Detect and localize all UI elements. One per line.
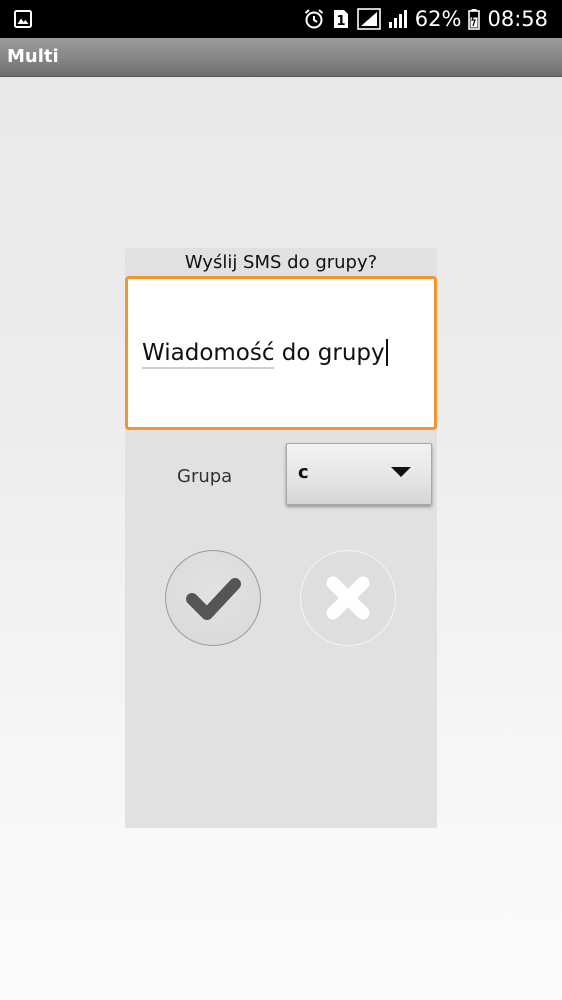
image-icon [14, 10, 32, 28]
signal-icon [388, 10, 407, 28]
close-icon [326, 576, 370, 620]
signal-icon [356, 8, 381, 30]
status-bar: 1 62% 08:58 [0, 0, 562, 38]
text-cursor [385, 339, 388, 366]
cancel-button[interactable] [300, 550, 396, 646]
message-input[interactable]: Wiadomość do grupy [125, 276, 437, 430]
send-sms-dialog: Wyślij SMS do grupy? Wiadomość do grupy … [125, 248, 437, 828]
message-input-value: Wiadomość do grupy [142, 340, 385, 366]
message-input-text: Wiadomość do grupy [142, 339, 388, 366]
battery-icon [468, 9, 481, 30]
confirm-send-button[interactable] [165, 550, 261, 646]
group-label: Grupa [177, 466, 233, 487]
battery-percent: 62% [414, 7, 462, 31]
app-title: Multi [7, 46, 59, 67]
group-dropdown-value: c [298, 462, 309, 483]
group-dropdown[interactable]: c [286, 443, 432, 505]
check-icon [186, 578, 241, 620]
dialog-title: Wyślij SMS do grupy? [184, 252, 378, 273]
spellcheck-underline [142, 367, 274, 369]
alarm-icon [304, 9, 323, 29]
sim-1-icon: 1 [333, 10, 348, 29]
status-icons: 1 62% 08:58 [303, 0, 548, 38]
dropdown-arrow-icon [391, 467, 411, 477]
sim-slot-label: 1 [336, 14, 345, 29]
clock: 08:58 [487, 7, 548, 31]
action-bar: Multi [0, 38, 562, 77]
